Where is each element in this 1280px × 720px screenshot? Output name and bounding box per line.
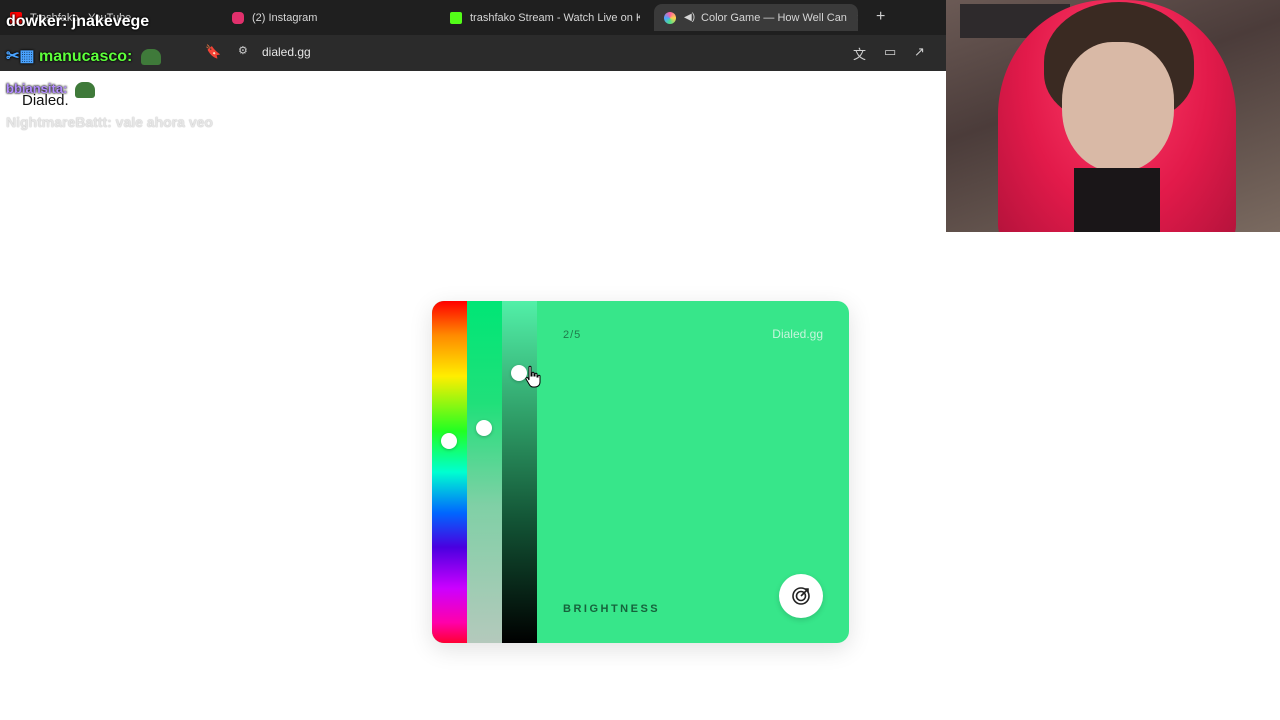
chat-username: dowker:: [6, 13, 68, 30]
tab-label: Color Game — How Well Can: [701, 11, 847, 24]
chat-username: NightmareBattt:: [6, 114, 112, 130]
color-wheel-icon: [664, 11, 676, 24]
submit-button[interactable]: [779, 574, 823, 618]
streamer-face: [1062, 42, 1174, 172]
tab-label: (2) Instagram: [252, 11, 318, 24]
chat-text: jnakevege: [71, 13, 150, 30]
emote-icon: [140, 48, 161, 65]
chat-username: manucasco:: [38, 48, 133, 65]
target-icon: [792, 587, 810, 605]
chat-text: vale ahora veo: [115, 114, 213, 130]
close-tab-icon[interactable]: ×: [857, 11, 858, 25]
kick-icon: [450, 11, 462, 24]
badge-icon: ✂▦: [6, 48, 35, 65]
mouse-cursor-icon: [525, 365, 541, 388]
instagram-icon: [232, 11, 244, 24]
chat-message: bbiansita:: [6, 81, 96, 98]
webcam-overlay: [946, 0, 1280, 232]
slider-label: BRIGHTNESS: [563, 603, 661, 615]
brightness-slider[interactable]: [502, 301, 537, 643]
round-counter: 2/5: [563, 329, 582, 341]
speaker-icon: ◀): [684, 12, 696, 23]
tab-instagram[interactable]: (2) Instagram: [232, 4, 422, 31]
tab-kick[interactable]: trashfako Stream - Watch Live on Kick: [450, 4, 640, 31]
streamer-shirt: [1074, 168, 1160, 232]
hue-slider[interactable]: [432, 301, 467, 643]
new-tab-button[interactable]: +: [876, 8, 885, 26]
translate-icon[interactable]: 文: [853, 44, 866, 63]
tab-color-game[interactable]: ◀) Color Game — How Well Can ×: [654, 4, 858, 31]
bookmark-icon[interactable]: 🔖: [205, 44, 221, 60]
site-info-icon[interactable]: ⚙: [238, 44, 248, 57]
tab-label: trashfako Stream - Watch Live on Kick: [470, 11, 640, 24]
address-bar[interactable]: dialed.gg: [262, 45, 311, 59]
cast-icon[interactable]: ▭: [884, 44, 896, 60]
chat-username: bbiansita:: [6, 81, 68, 96]
chat-message: dowker: jnakevege: [6, 13, 149, 31]
brand-watermark: Dialed.gg: [772, 327, 823, 341]
chat-message: NightmareBattt: vale ahora veo: [6, 114, 213, 130]
emote-icon: [75, 81, 96, 98]
share-icon[interactable]: ↗: [914, 44, 925, 60]
chat-message: ✂▦ manucasco:: [6, 46, 161, 66]
hue-slider-handle[interactable]: [441, 433, 457, 450]
saturation-slider-handle[interactable]: [476, 419, 492, 436]
saturation-slider[interactable]: [467, 301, 502, 643]
color-game-card: 2/5 Dialed.gg BRIGHTNESS: [432, 301, 849, 643]
